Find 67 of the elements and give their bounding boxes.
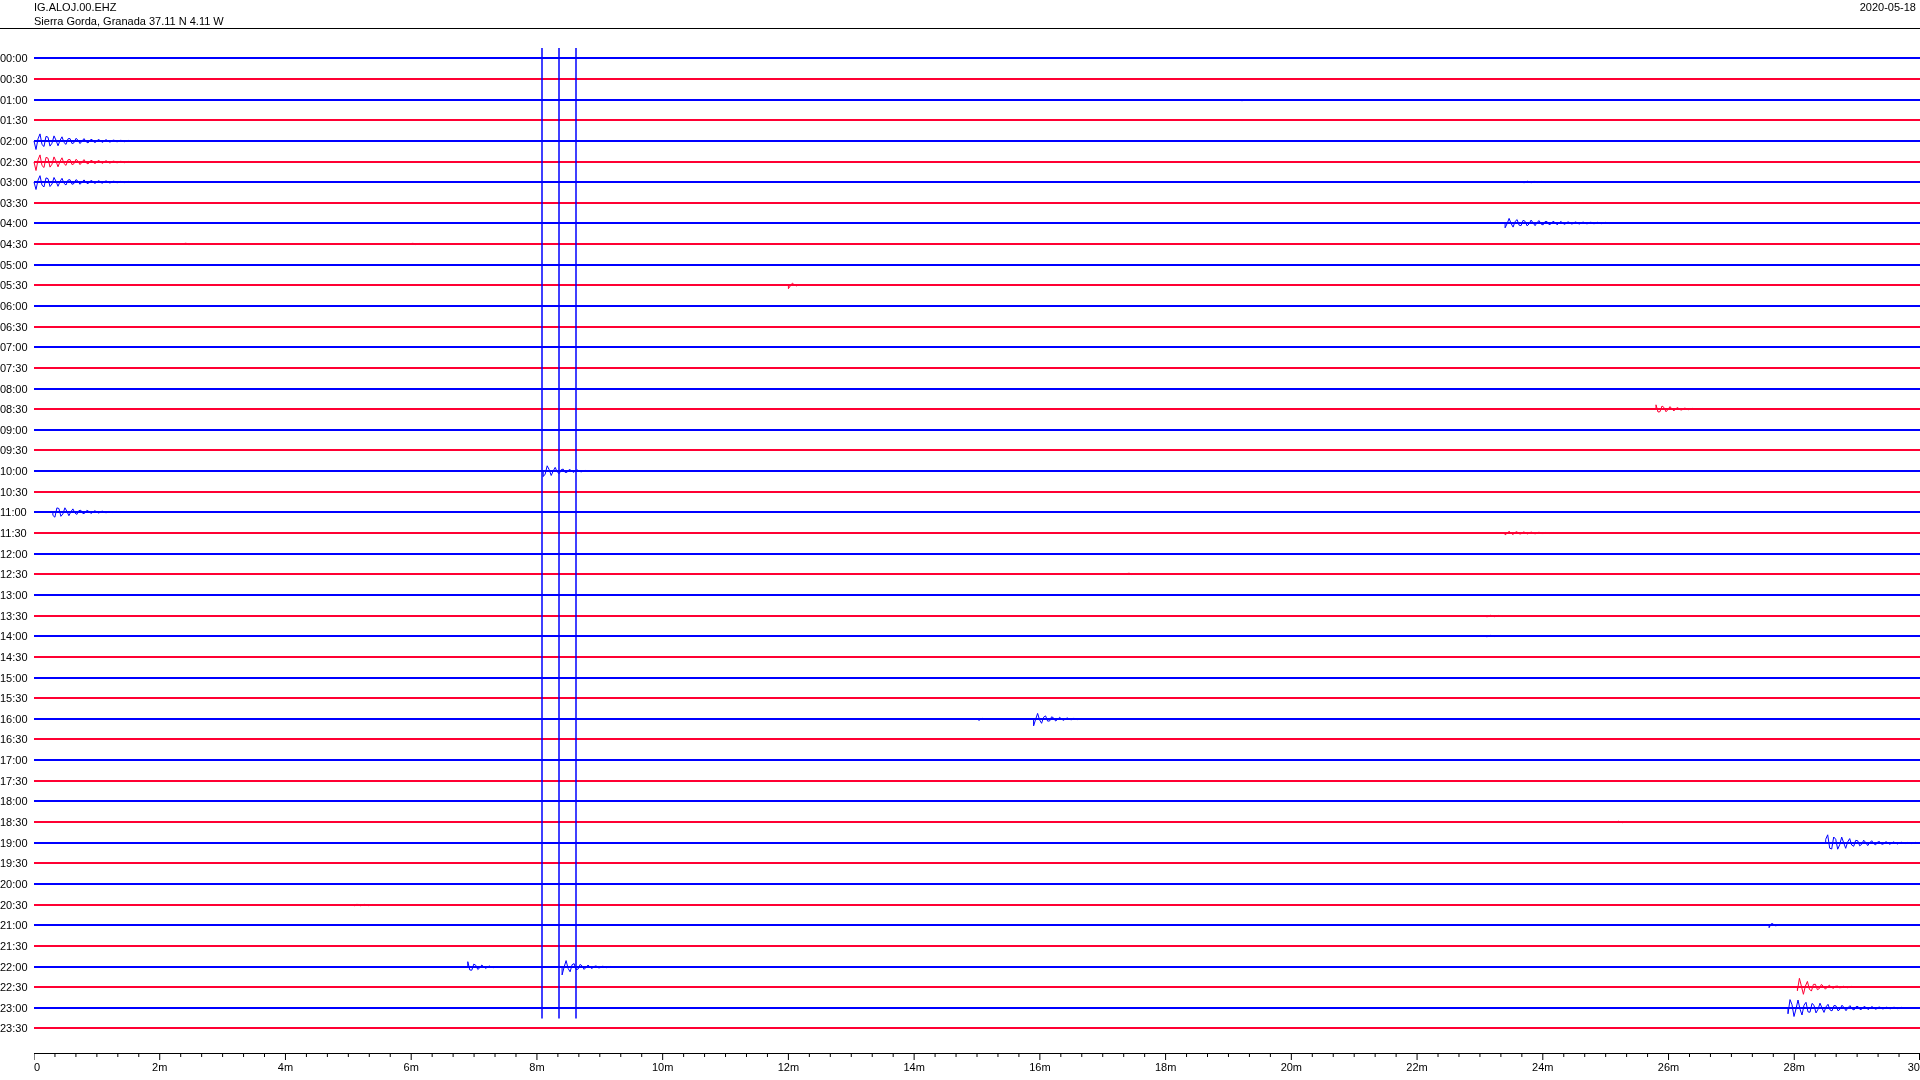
time-label: 18:00 (0, 795, 29, 808)
axis-tick-label: 22m (1406, 1060, 1428, 1073)
time-label: 09:30 (0, 444, 29, 457)
time-label: 02:00 (0, 134, 29, 147)
time-label: 01:00 (0, 93, 29, 106)
time-label: 05:00 (0, 258, 29, 271)
axis-tick-label: 8m (529, 1060, 545, 1073)
time-label: 23:30 (0, 1022, 29, 1035)
time-label: 22:30 (0, 981, 29, 994)
time-label: 12:30 (0, 568, 29, 581)
axis-tick-label: 6m (403, 1060, 419, 1073)
time-label: 23:00 (0, 1001, 29, 1014)
time-label: 17:00 (0, 754, 29, 767)
date-label: 2020-05-18 (1859, 0, 1916, 14)
station-code: IG.ALOJ.00.EHZ (34, 0, 118, 14)
time-label: 06:00 (0, 300, 29, 312)
axis-tick-label: 24m (1532, 1060, 1554, 1073)
axis-tick-label: 0 (34, 1060, 41, 1073)
time-label: 07:30 (0, 361, 29, 374)
time-label: 04:30 (0, 238, 29, 251)
time-label: 11:00 (0, 506, 28, 519)
time-label: 12:00 (0, 547, 29, 560)
axis-tick-label: 2m (152, 1060, 168, 1073)
axis-tick-label: 12m (777, 1060, 800, 1073)
time-label: 08:00 (0, 382, 29, 395)
time-label: 09:00 (0, 423, 29, 436)
time-label: 21:30 (0, 939, 29, 952)
time-label: 10:30 (0, 485, 29, 498)
axis-tick-label: 28m (1783, 1060, 1805, 1073)
time-label: 05:30 (0, 279, 29, 292)
time-label: 10:00 (0, 465, 29, 478)
time-label: 20:00 (0, 877, 29, 890)
axis-tick-label: 10m (651, 1060, 674, 1073)
time-label: 19:30 (0, 857, 29, 870)
time-label: 03:30 (0, 196, 29, 209)
time-label: 06:30 (0, 320, 29, 333)
time-label: 20:30 (0, 898, 29, 911)
time-label: 13:00 (0, 588, 29, 601)
time-label: 11:30 (0, 527, 28, 540)
time-label: 16:00 (0, 712, 29, 725)
time-label: 00:30 (0, 72, 29, 85)
time-label: 16:30 (0, 733, 29, 746)
time-label: 07:00 (0, 341, 29, 354)
time-label: 08:30 (0, 403, 29, 416)
axis-tick-label: 14m (903, 1060, 925, 1073)
axis-tick-label: 30 (1907, 1060, 1920, 1073)
time-label: 01:30 (0, 114, 29, 127)
time-label: 13:30 (0, 609, 29, 622)
time-label: 02:30 (0, 155, 29, 168)
time-label: 14:00 (0, 630, 29, 643)
axis-tick-label: 16m (1029, 1060, 1051, 1073)
station-location: Sierra Gorda, Granada 37.11 N 4.11 W (34, 14, 224, 28)
axis-tick-label: 20m (1280, 1060, 1303, 1073)
axis-tick-label: 26m (1657, 1060, 1680, 1073)
time-label: 14:30 (0, 650, 29, 663)
time-label: 04:00 (0, 217, 29, 230)
time-label: 15:30 (0, 692, 29, 705)
time-label: 19:00 (0, 836, 29, 849)
time-label: 18:30 (0, 816, 29, 828)
axis-tick-label: 4m (277, 1060, 294, 1073)
axis-tick-label: 18m (1154, 1060, 1177, 1073)
time-label: 17:30 (0, 774, 29, 787)
time-label: 22:00 (0, 960, 29, 973)
time-label: 03:00 (0, 176, 29, 189)
time-label: 00:00 (0, 52, 29, 65)
time-label: 15:00 (0, 671, 29, 684)
time-label: 21:00 (0, 919, 29, 932)
